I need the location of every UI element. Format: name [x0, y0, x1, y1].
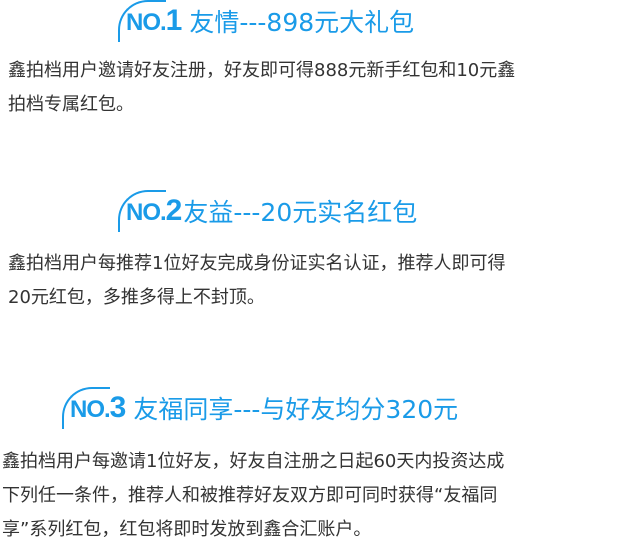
- no1-badge: NO.1: [118, 0, 182, 42]
- body-line: 20元红包，多推多得上不封顶。: [8, 287, 265, 308]
- body-line: 鑫拍档用户每推荐1位好友完成身份证实名认证，推荐人即可得: [8, 253, 506, 274]
- section-2-title: NO.2 友益---20元实名红包: [118, 190, 418, 232]
- body-line: 享”系列红包，红包将即时发放到鑫合汇账户。: [2, 519, 372, 540]
- section-1-title: NO.1 友情---898元大礼包: [118, 0, 415, 42]
- body-line: 拍档专属红包。: [8, 94, 134, 115]
- no3-badge: NO.3: [62, 387, 126, 429]
- section-2-body: 鑫拍档用户每推荐1位好友完成身份证实名认证，推荐人即可得 20元红包，多推多得上…: [8, 247, 505, 315]
- section-2-heading: 友益---20元实名红包: [183, 198, 418, 227]
- body-line: 下列任一条件，推荐人和被推荐好友双方即可同时获得“友福同: [2, 485, 498, 506]
- section-3-title: NO.3 友福同享---与好友均分320元: [62, 387, 459, 429]
- section-1-body: 鑫拍档用户邀请好友注册，好友即可得888元新手红包和10元鑫 拍档专属红包。: [8, 54, 515, 122]
- section-3-heading: 友福同享---与好友均分320元: [133, 395, 459, 424]
- body-line: 鑫拍档用户每邀请1位好友，好友自注册之日起60天内投资达成: [2, 451, 505, 472]
- body-line: 鑫拍档用户邀请好友注册，好友即可得888元新手红包和10元鑫: [8, 60, 516, 81]
- section-1-heading: 友情---898元大礼包: [189, 8, 415, 37]
- no2-badge: NO.2: [118, 190, 182, 232]
- section-3-body: 鑫拍档用户每邀请1位好友，好友自注册之日起60天内投资达成 下列任一条件，推荐人…: [2, 445, 504, 547]
